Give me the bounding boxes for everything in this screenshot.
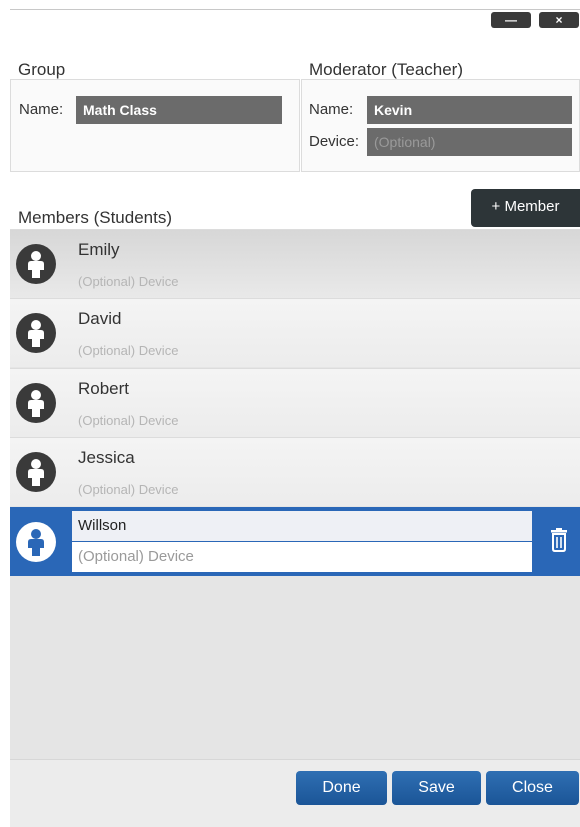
person-icon [16,313,56,353]
top-divider [10,9,580,10]
moderator-device-input[interactable]: (Optional) [367,128,572,156]
moderator-title: Moderator (Teacher) [309,60,464,79]
person-icon [16,244,56,284]
member-name[interactable]: Jessica [78,448,135,468]
member-device-input[interactable]: (Optional) Device [78,343,178,358]
moderator-name-label: Name: [309,101,354,118]
member-name-input[interactable]: Willson [72,511,532,541]
list-item[interactable]: Jessica (Optional) Device [10,437,580,506]
moderator-device-label: Device: [309,133,360,150]
list-item[interactable]: Robert (Optional) Device [10,368,580,437]
moderator-name-input[interactable]: Kevin [367,96,572,124]
list-item-selected[interactable]: Willson (Optional) Device [10,507,580,576]
list-item[interactable]: Emily (Optional) Device [10,229,580,298]
member-name[interactable]: David [78,309,121,329]
moderator-box: Name: Kevin Device: (Optional) [301,79,580,172]
done-button[interactable]: Done [296,771,387,805]
list-item[interactable]: David (Optional) Device [10,298,580,367]
member-name[interactable]: Emily [78,240,120,260]
trash-icon[interactable] [548,528,570,552]
person-icon [16,522,56,562]
member-device-input[interactable]: (Optional) Device [72,542,532,572]
close-window-button[interactable]: × [539,12,579,28]
close-button[interactable]: Close [486,771,579,805]
person-icon [16,383,56,423]
person-icon [16,452,56,492]
member-device-input[interactable]: (Optional) Device [78,413,178,428]
group-box: Name: Math Class [10,79,300,172]
members-title: Members (Students) [18,208,172,227]
member-name[interactable]: Robert [78,379,129,399]
group-title: Group [18,60,66,79]
save-button[interactable]: Save [392,771,481,805]
member-device-input[interactable]: (Optional) Device [78,274,178,289]
group-name-input[interactable]: Math Class [76,96,282,124]
member-device-input[interactable]: (Optional) Device [78,482,178,497]
add-member-button[interactable]: + Member [471,189,580,227]
minimize-button[interactable]: — [491,12,531,28]
group-name-label: Name: [19,101,64,118]
